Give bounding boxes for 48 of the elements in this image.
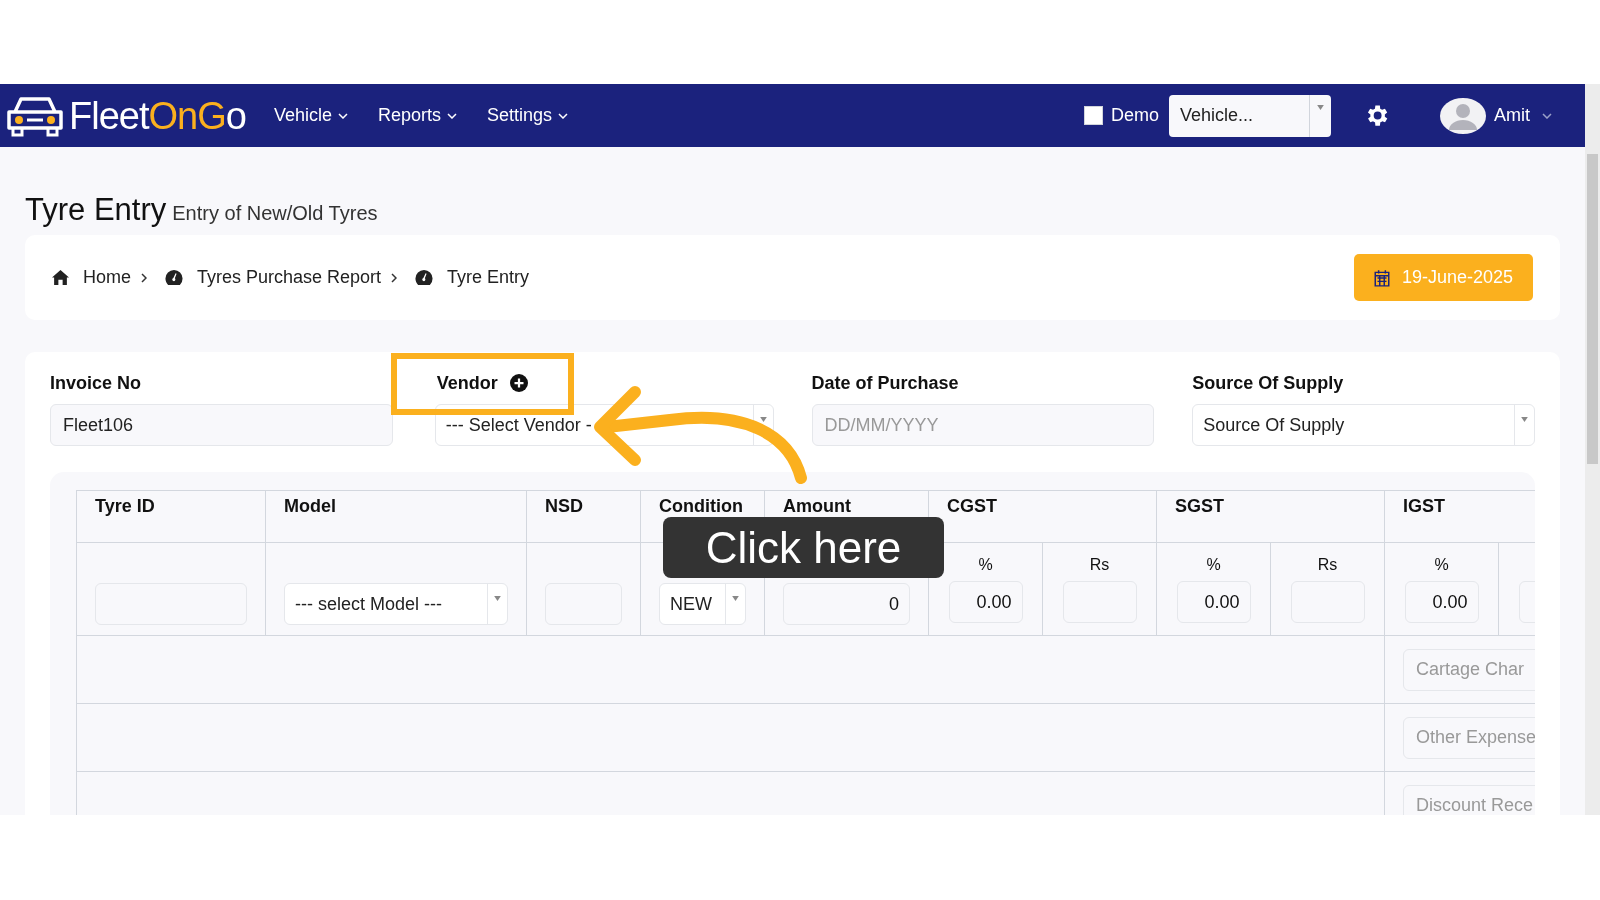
breadcrumb-item[interactable]: Tyres Purchase Report <box>197 264 382 291</box>
select-field[interactable]: NEW <box>659 583 746 625</box>
menu-item[interactable]: Settings <box>486 102 568 129</box>
gauge-icon <box>415 270 434 285</box>
logo-text: FleetOnGo <box>69 96 246 135</box>
select-field[interactable]: --- select Model --- <box>284 583 508 625</box>
user-name[interactable]: Amit <box>1494 102 1530 129</box>
breadcrumb-item: Tyre Entry <box>447 266 530 289</box>
subcolumn-label: % <box>1433 555 1450 575</box>
calendar-icon <box>1373 268 1390 287</box>
page-title: Tyre Entry <box>25 191 167 229</box>
avatar-icon[interactable] <box>1440 97 1486 134</box>
vehicle-select[interactable]: Vehicle... <box>1169 94 1331 137</box>
column-header: Tyre ID <box>76 490 266 543</box>
chevron-icon <box>141 272 147 283</box>
input-field[interactable]: 0.00 <box>1404 581 1479 623</box>
input-field[interactable]: 0.00 <box>1176 581 1251 623</box>
menu-item[interactable]: Reports <box>377 102 457 129</box>
page-subtitle: Entry of New/Old Tyres <box>172 201 378 226</box>
field-label: Vendor <box>436 371 498 395</box>
field-label: Invoice No <box>50 371 142 395</box>
column-header: NSD <box>526 490 641 543</box>
subcolumn-label: % <box>1205 555 1222 575</box>
input-field[interactable]: 0 <box>783 583 910 625</box>
subcolumn-label: Rs <box>1088 555 1111 575</box>
input-field[interactable]: Cartage Char <box>1403 648 1535 691</box>
field-label: Date of Purchase <box>811 371 959 395</box>
subcolumn-label: % <box>977 555 994 575</box>
home-icon <box>52 270 69 285</box>
column-header: Model <box>265 490 527 543</box>
field-label: Source Of Supply <box>1192 371 1344 395</box>
demo-label: Demo <box>1111 104 1159 127</box>
column-header: SGST <box>1156 490 1385 543</box>
input-field[interactable]: Fleet106 <box>50 404 393 446</box>
select-field[interactable]: Source Of Supply <box>1192 404 1535 446</box>
input-field[interactable]: DD/MM/YYYY <box>811 404 1155 446</box>
subcolumn-label: Rs <box>1316 555 1339 575</box>
input-field[interactable]: Discount Rece <box>1403 784 1535 815</box>
demo-checkbox[interactable] <box>1084 106 1103 125</box>
input-field[interactable]: Other Expense <box>1403 716 1535 759</box>
scrollbar[interactable] <box>1585 84 1600 815</box>
gauge-icon <box>165 270 183 285</box>
tooltip: Click here <box>663 517 944 578</box>
menu-item[interactable]: Vehicle <box>273 102 348 129</box>
input-field[interactable]: 0.00 <box>948 581 1023 623</box>
chevron-icon <box>391 272 398 283</box>
breadcrumb-item[interactable]: Home <box>83 264 131 291</box>
add-icon[interactable] <box>509 374 528 392</box>
